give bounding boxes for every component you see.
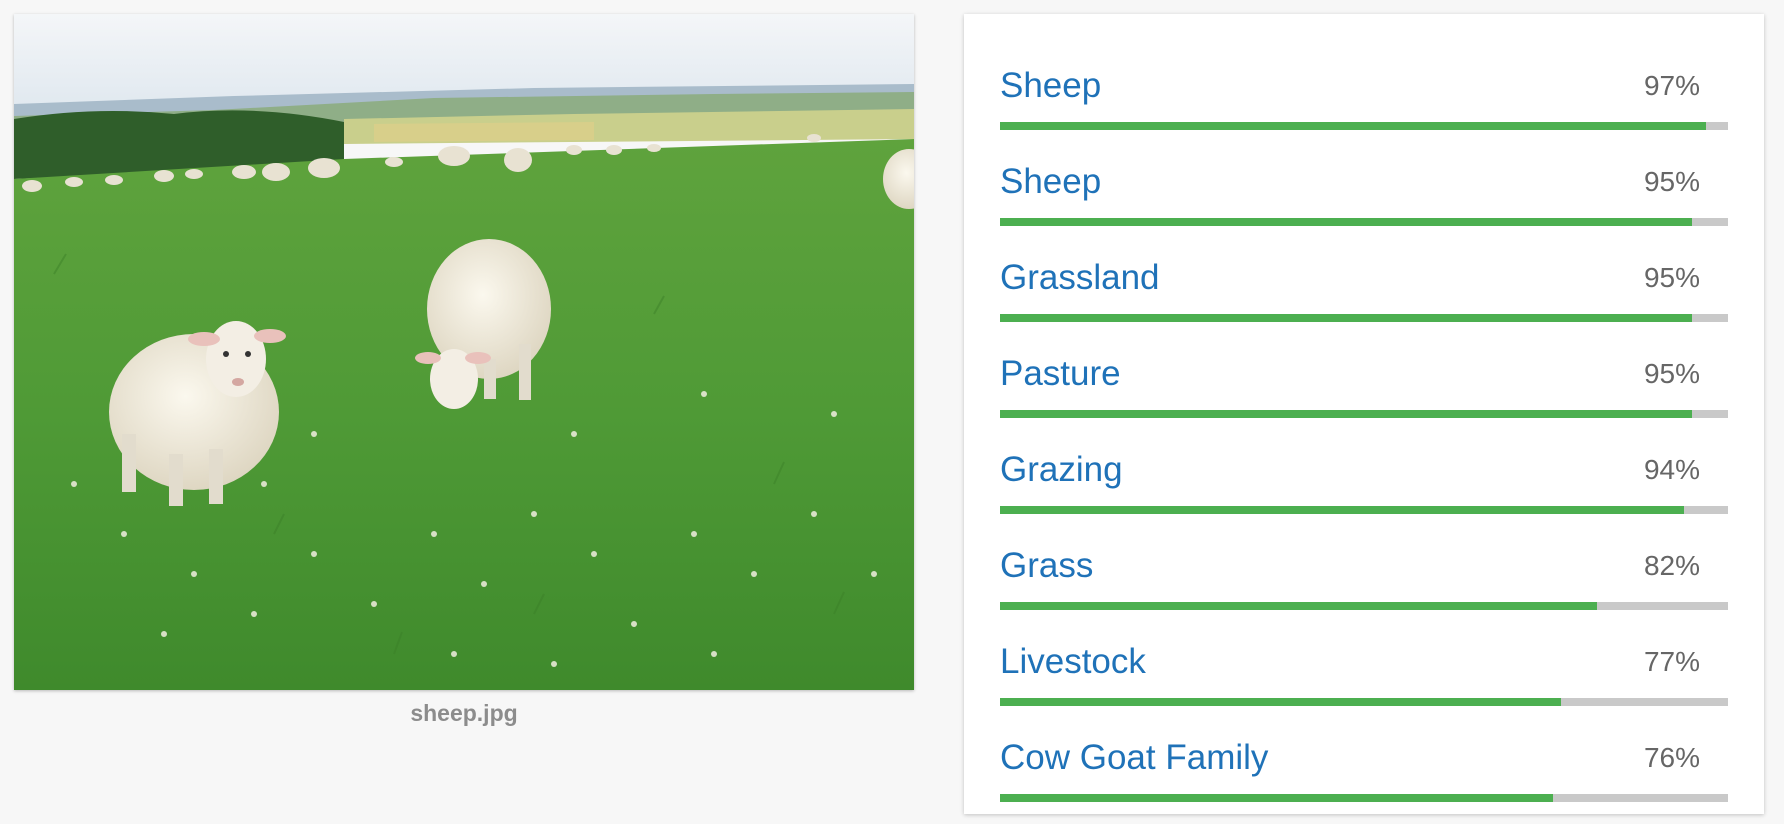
label-row: Cow Goat Family 76% bbox=[1000, 736, 1728, 814]
label-score: 97% bbox=[1643, 70, 1700, 101]
label-row: Sheep 97% bbox=[1000, 64, 1728, 160]
sheep-photo bbox=[14, 14, 914, 690]
confidence-bar-track bbox=[1000, 602, 1728, 610]
label-name: Sheep bbox=[1000, 162, 1102, 201]
label-name: Cow Goat Family bbox=[1000, 738, 1269, 777]
label-score: 76% bbox=[1643, 742, 1700, 773]
confidence-bar-track bbox=[1000, 506, 1728, 514]
confidence-bar-track bbox=[1000, 410, 1728, 418]
confidence-bar-track bbox=[1000, 794, 1728, 802]
label-row: Livestock 77% bbox=[1000, 640, 1728, 736]
confidence-bar-fill bbox=[1000, 698, 1561, 706]
label-score: 95% bbox=[1643, 358, 1700, 389]
label-score: 77% bbox=[1643, 646, 1700, 677]
label-name: Sheep bbox=[1000, 66, 1102, 105]
labels-results-card: Sheep 97% Sheep 95% Grassland 95% Pasture 95% Gr… bbox=[964, 14, 1764, 814]
label-row: Grass 82% bbox=[1000, 544, 1728, 640]
label-score: 82% bbox=[1643, 550, 1700, 581]
image-filename-caption: sheep.jpg bbox=[410, 700, 518, 726]
confidence-bar-fill bbox=[1000, 122, 1707, 130]
label-name: Grassland bbox=[1000, 258, 1160, 297]
confidence-bar-fill bbox=[1000, 602, 1597, 610]
label-name: Pasture bbox=[1000, 354, 1121, 393]
confidence-bar-track bbox=[1000, 218, 1728, 226]
label-name: Grass bbox=[1000, 546, 1094, 585]
confidence-bar-fill bbox=[1000, 218, 1692, 226]
confidence-bar-track bbox=[1000, 122, 1728, 130]
label-score: 95% bbox=[1643, 166, 1700, 197]
label-row: Sheep 95% bbox=[1000, 160, 1728, 256]
label-row: Grassland 95% bbox=[1000, 256, 1728, 352]
confidence-bar-fill bbox=[1000, 794, 1554, 802]
confidence-bar-fill bbox=[1000, 506, 1685, 514]
label-list: Sheep 97% Sheep 95% Grassland 95% Pasture 95% Gr… bbox=[1000, 64, 1728, 814]
label-score: 95% bbox=[1643, 262, 1700, 293]
confidence-bar-fill bbox=[1000, 410, 1692, 418]
confidence-bar-track bbox=[1000, 698, 1728, 706]
label-row: Grazing 94% bbox=[1000, 448, 1728, 544]
label-detection-page: sheep.jpg Sheep 97% Sheep 95% Grassland 95% Pa… bbox=[0, 0, 1784, 824]
label-name: Livestock bbox=[1000, 642, 1146, 681]
label-score: 94% bbox=[1643, 454, 1700, 485]
confidence-bar-fill bbox=[1000, 314, 1692, 322]
label-name: Grazing bbox=[1000, 450, 1123, 489]
confidence-bar-track bbox=[1000, 314, 1728, 322]
sheep-photo-illustration bbox=[14, 14, 914, 690]
label-row: Pasture 95% bbox=[1000, 352, 1728, 448]
